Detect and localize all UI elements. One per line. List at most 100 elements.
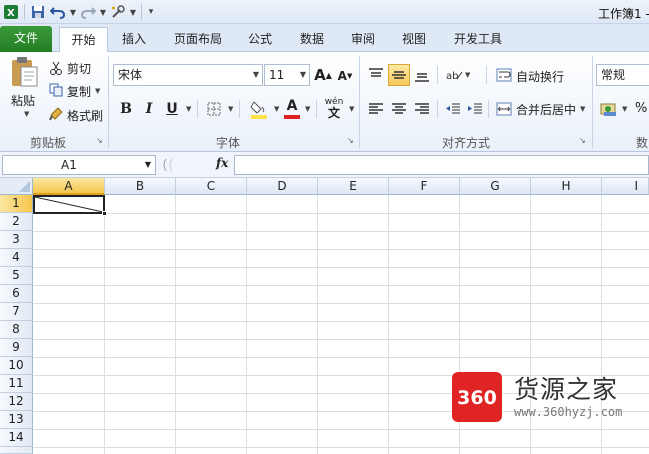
grow-font-button[interactable]: A ▲ [313,64,333,86]
paste-dropdown-icon[interactable]: ▼ [24,110,29,118]
row-header-5[interactable]: 5 [0,267,33,285]
number-format-select[interactable]: 常规 [596,64,649,86]
row-header-3[interactable]: 3 [0,231,33,249]
accounting-format-icon[interactable] [598,98,620,120]
row-header-4[interactable]: 4 [0,249,33,267]
orientation-icon[interactable]: ab [443,64,465,86]
column-header-c[interactable]: C [176,178,247,195]
row-header-7[interactable]: 7 [0,303,33,321]
row-header-2[interactable]: 2 [0,213,33,231]
align-right-icon[interactable] [411,98,433,120]
copy-label[interactable]: 复制 [67,83,91,100]
column-header-d[interactable]: D [247,178,318,195]
percent-style-button[interactable]: % [635,101,647,116]
row-header-6[interactable]: 6 [0,285,33,303]
fill-color-dropdown-icon[interactable]: ▼ [274,105,279,113]
shrink-font-button[interactable]: A ▼ [335,66,355,86]
format-painter-label[interactable]: 格式刷 [67,107,103,124]
align-center-icon[interactable] [388,98,410,120]
row-header-10[interactable]: 10 [0,357,33,375]
decrease-indent-icon[interactable] [443,98,463,120]
save-icon[interactable] [29,3,47,21]
redo-dropdown-icon[interactable]: ▼ [99,3,107,21]
tab-file[interactable]: 文件 [0,26,52,52]
undo-dropdown-icon[interactable]: ▼ [69,3,77,21]
undo-icon[interactable] [49,3,67,21]
tab-page-layout[interactable]: 页面布局 [166,27,230,52]
formula-input[interactable] [234,155,649,175]
merge-center-label[interactable]: 合并后居中 [516,101,576,118]
underline-dropdown-icon[interactable]: ▼ [186,105,191,113]
copy-icon[interactable] [48,82,64,98]
gridline [104,195,105,454]
borders-icon[interactable] [204,98,224,120]
align-bottom-icon[interactable] [411,64,433,86]
row-header-8[interactable]: 8 [0,321,33,339]
font-color-button[interactable]: A [283,96,301,122]
row-header-12[interactable]: 12 [0,393,33,411]
row-header-13[interactable]: 13 [0,411,33,429]
tab-review[interactable]: 审阅 [343,27,383,52]
redo-icon[interactable] [79,3,97,21]
merge-center-dropdown-icon[interactable]: ▼ [580,105,585,113]
tab-view[interactable]: 视图 [394,27,434,52]
paste-icon[interactable] [6,56,42,88]
align-middle-icon[interactable] [388,64,410,86]
row-header-1[interactable]: 1 [0,195,33,213]
font-name-value: 宋体 [118,68,143,82]
phonetic-button[interactable]: wén 文 [322,96,346,122]
tab-developer[interactable]: 开发工具 [446,27,510,52]
tab-formulas[interactable]: 公式 [240,27,280,52]
insert-function-button[interactable]: fx [216,156,228,170]
fill-color-icon[interactable] [248,96,270,122]
row-header-9[interactable]: 9 [0,339,33,357]
bold-button[interactable]: B [116,98,136,120]
tab-insert[interactable]: 插入 [114,27,154,52]
tools-icon[interactable] [109,3,127,21]
column-header-g[interactable]: G [460,178,531,195]
cut-icon[interactable] [48,60,64,76]
select-all-corner[interactable] [0,178,33,195]
font-color-dropdown-icon[interactable]: ▼ [305,105,310,113]
selected-cell-a1[interactable] [33,195,107,216]
tools-dropdown-icon[interactable]: ▼ [129,3,137,21]
copy-dropdown-icon[interactable]: ▼ [95,87,100,95]
column-header-i[interactable]: I [602,178,649,195]
align-left-icon[interactable] [365,98,387,120]
row-header-15[interactable] [0,447,33,454]
align-top-icon[interactable] [365,64,387,86]
excel-icon[interactable]: X [2,3,20,21]
column-header-e[interactable]: E [318,178,389,195]
phonetic-dropdown-icon[interactable]: ▼ [349,105,354,113]
borders-dropdown-icon[interactable]: ▼ [228,105,233,113]
gridline [33,267,649,268]
column-header-a[interactable]: A [33,178,105,195]
column-header-h[interactable]: H [531,178,602,195]
column-header-f[interactable]: F [389,178,460,195]
font-launcher-icon[interactable]: ↘ [347,136,354,145]
name-box[interactable]: A1 ▼ [2,155,156,175]
font-color-icon: A [286,98,298,114]
orientation-dropdown-icon[interactable]: ▼ [465,71,470,79]
merge-center-icon[interactable] [494,99,514,119]
alignment-launcher-icon[interactable]: ↘ [579,136,586,145]
wrap-text-icon[interactable] [494,65,514,85]
clipboard-launcher-icon[interactable]: ↘ [96,136,103,145]
increase-indent-icon[interactable] [465,98,485,120]
accounting-dropdown-icon[interactable]: ▼ [622,105,627,113]
row-header-14[interactable]: 14 [0,429,33,447]
customize-qat-icon[interactable]: ▾ [146,3,156,21]
format-painter-icon[interactable] [48,106,64,122]
wrap-text-label[interactable]: 自动换行 [516,68,564,85]
tab-home[interactable]: 开始 [59,27,108,52]
tab-data[interactable]: 数据 [292,27,332,52]
font-name-select[interactable]: 宋体 ▼ [113,64,263,86]
column-header-b[interactable]: B [105,178,176,195]
fill-handle[interactable] [102,211,107,216]
cut-label[interactable]: 剪切 [67,60,91,77]
underline-button[interactable]: U [162,98,182,120]
italic-button[interactable]: I [139,98,159,120]
paste-label[interactable]: 粘贴 [11,92,35,109]
row-header-11[interactable]: 11 [0,375,33,393]
font-size-select[interactable]: 11 ▼ [264,64,310,86]
